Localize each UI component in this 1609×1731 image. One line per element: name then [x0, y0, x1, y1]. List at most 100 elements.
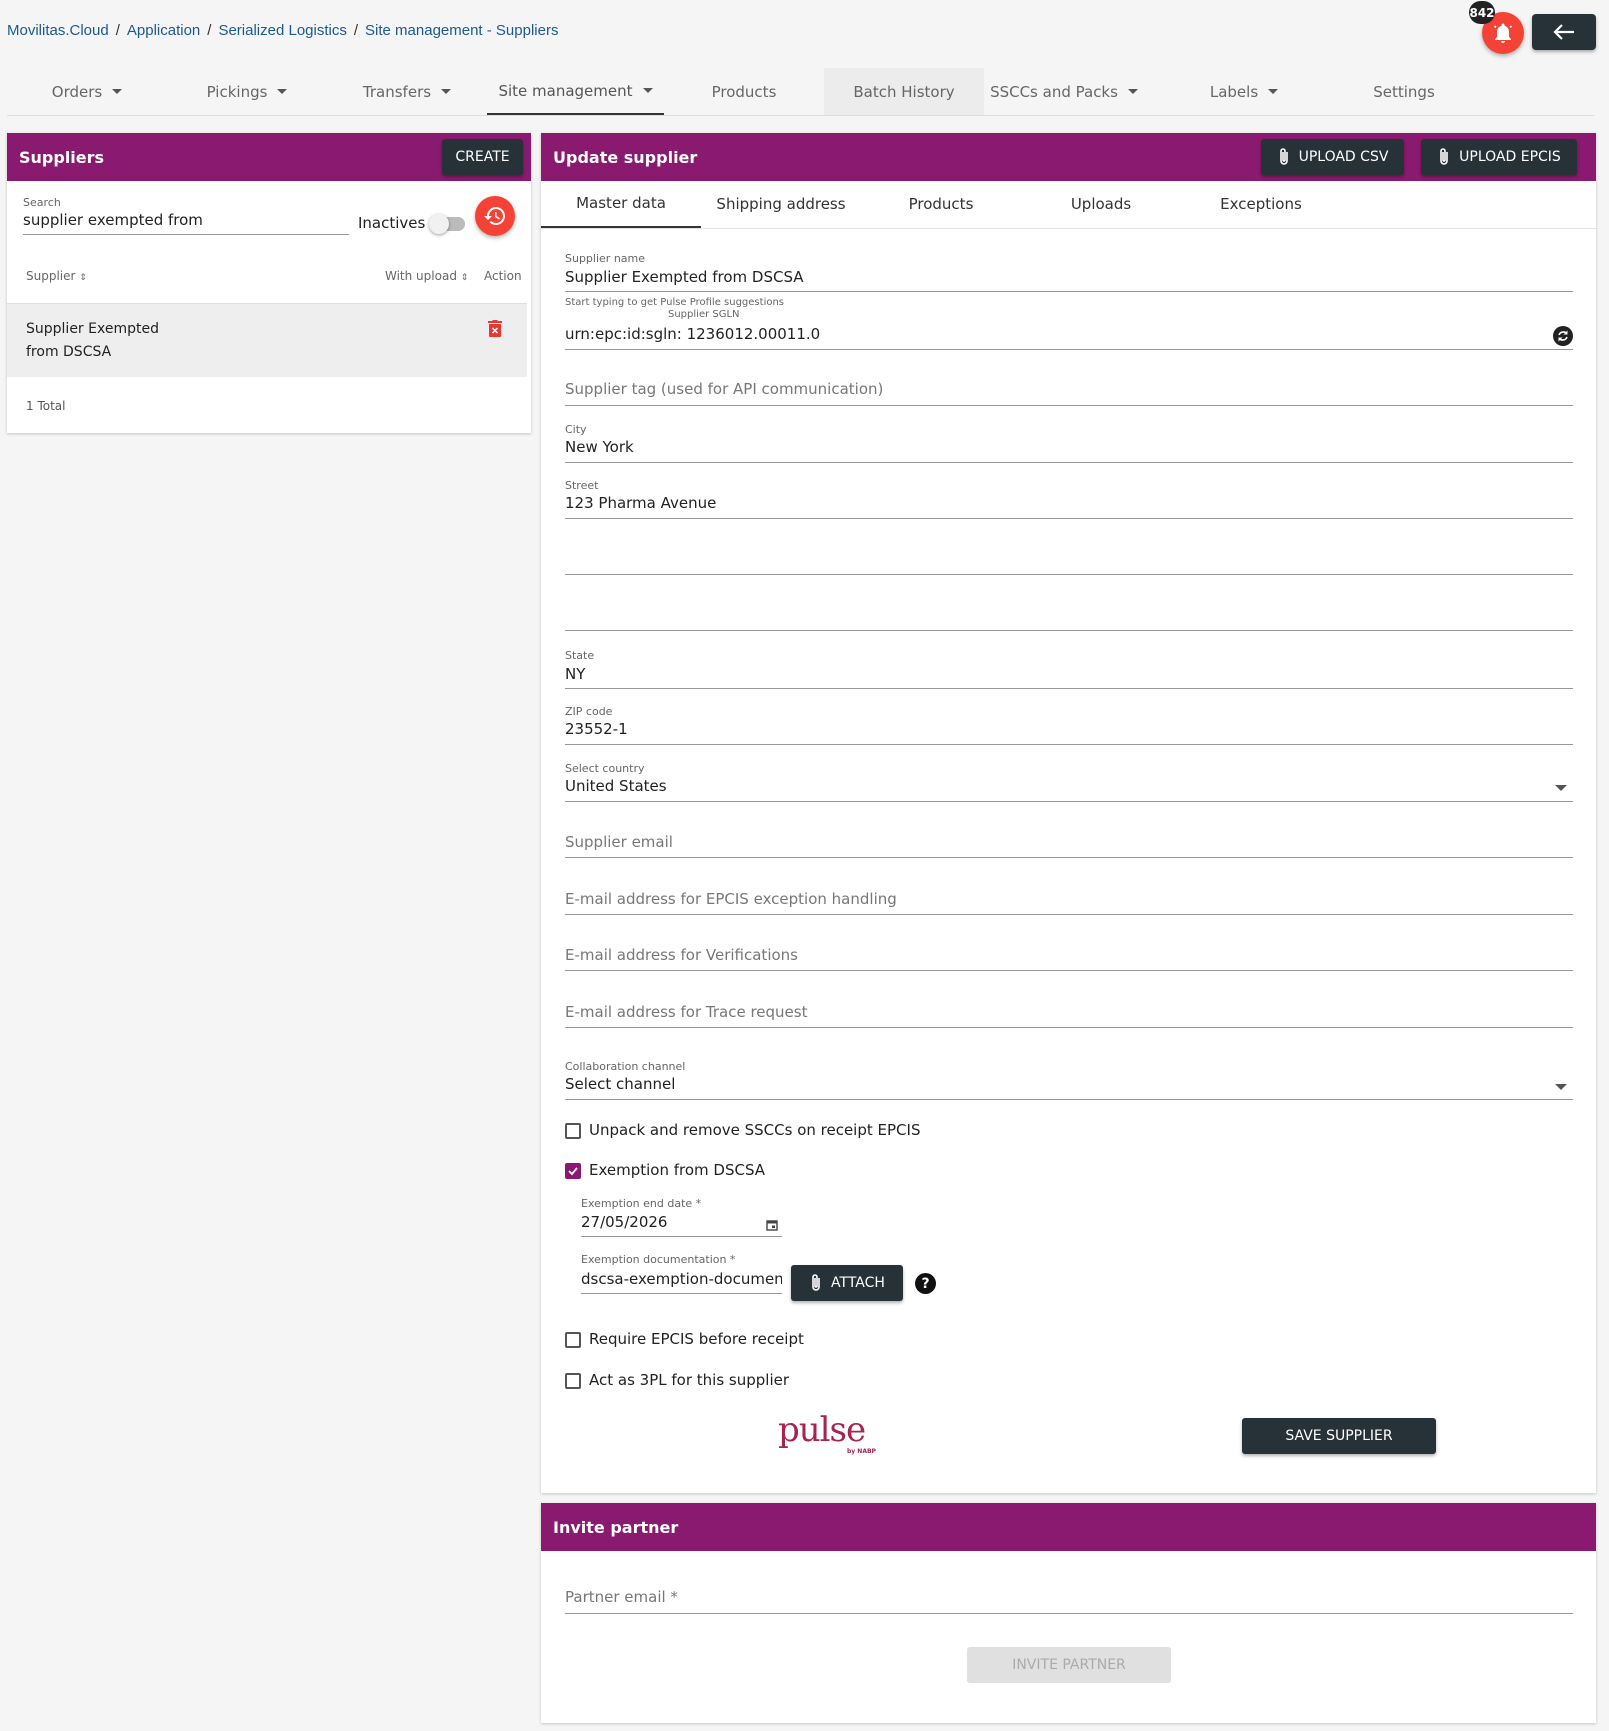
- nav-site-management[interactable]: Site management: [487, 68, 664, 115]
- tab-uploads[interactable]: Uploads: [1021, 180, 1181, 228]
- history-button[interactable]: [475, 196, 515, 236]
- city-label: City: [565, 423, 587, 436]
- inactives-label: Inactives: [358, 214, 426, 232]
- supplier-email-placeholder: Supplier email: [565, 833, 673, 851]
- exemption-checkbox[interactable]: [565, 1163, 581, 1179]
- exemption-label: Exemption from DSCSA: [589, 1161, 766, 1179]
- breadcrumb-link-home[interactable]: Movilitas.Cloud: [7, 22, 109, 39]
- create-button[interactable]: CREATE: [442, 139, 523, 175]
- update-supplier-header: Update supplier UPLOAD CSV UPLOAD EPCIS: [541, 133, 1596, 181]
- table-row[interactable]: Supplier Exempted from DSCSA: [7, 303, 527, 377]
- require-epcis-checkbox[interactable]: [565, 1332, 581, 1348]
- nav-transfers[interactable]: Transfers: [327, 68, 487, 115]
- suppliers-title: Suppliers: [19, 147, 105, 167]
- upload-epcis-button[interactable]: UPLOAD EPCIS: [1421, 139, 1577, 175]
- invite-partner-button[interactable]: INVITE PARTNER: [967, 1647, 1171, 1683]
- delete-button[interactable]: [488, 320, 502, 341]
- trace-email-input[interactable]: E-mail address for Trace request: [565, 1003, 1573, 1028]
- bell-icon: [1493, 23, 1513, 43]
- supplier-tag-input[interactable]: Supplier tag (used for API communication…: [565, 380, 1573, 406]
- supplier-name-input[interactable]: Supplier Exempted from DSCSA: [565, 268, 1573, 292]
- tab-products[interactable]: Products: [861, 180, 1021, 228]
- street-input[interactable]: 123 Pharma Avenue: [565, 494, 1573, 519]
- breadcrumb-link-current[interactable]: Site management - Suppliers: [365, 22, 558, 39]
- verification-email-placeholder: E-mail address for Verifications: [565, 946, 798, 964]
- sort-icon: ⇕: [460, 273, 469, 283]
- tab-master-data[interactable]: Master data: [541, 180, 701, 228]
- nav-pickings[interactable]: Pickings: [167, 68, 327, 115]
- require-epcis-label: Require EPCIS before receipt: [589, 1330, 804, 1348]
- nav-ssccs[interactable]: SSCCs and Packs: [984, 68, 1144, 115]
- attach-label: ATTACH: [831, 1275, 885, 1291]
- paperclip-icon: [1279, 148, 1288, 165]
- breadcrumb-link-application[interactable]: Application: [127, 22, 200, 39]
- upload-csv-button[interactable]: UPLOAD CSV: [1261, 139, 1404, 175]
- history-icon: [484, 207, 505, 225]
- channel-value: Select channel: [565, 1075, 676, 1093]
- supplier-name-cell: Supplier Exempted from DSCSA: [26, 321, 159, 360]
- search-value: supplier exempted from: [23, 211, 203, 229]
- nav-products[interactable]: Products: [664, 68, 824, 115]
- supplier-name-label: Supplier name: [565, 252, 646, 265]
- nav-products-label: Products: [711, 82, 777, 101]
- sort-icon: ⇕: [79, 273, 87, 283]
- exemption-date-input[interactable]: 27/05/2026: [581, 1213, 782, 1237]
- back-button[interactable]: [1532, 14, 1596, 50]
- nav-batch-history[interactable]: Batch History: [824, 68, 984, 115]
- zip-label: ZIP code: [565, 705, 613, 718]
- dropdown-arrow-icon: [1555, 785, 1567, 791]
- search-input[interactable]: supplier exempted from: [23, 211, 349, 235]
- sync-button[interactable]: [1553, 326, 1573, 346]
- zip-value: 23552-1: [565, 720, 628, 738]
- help-icon[interactable]: ?: [915, 1273, 936, 1294]
- sgln-input[interactable]: urn:epc:id:sgln: 1236012.00011.0: [565, 325, 1573, 350]
- inactives-toggle[interactable]: [429, 214, 465, 234]
- unpack-label: Unpack and remove SSCCs on receipt EPCIS: [589, 1121, 921, 1139]
- channel-select[interactable]: Select channel: [565, 1075, 1573, 1100]
- exemption-doc-value: dscsa-exemption-document-ex: [581, 1270, 782, 1288]
- epcis-email-placeholder: E-mail address for EPCIS exception handl…: [565, 890, 897, 908]
- sync-icon: [1558, 330, 1568, 342]
- column-upload-header[interactable]: With upload ⇕: [385, 269, 468, 283]
- nav-pickings-label: Pickings: [206, 82, 268, 101]
- unpack-checkbox[interactable]: [565, 1123, 581, 1139]
- toggle-knob: [429, 214, 449, 234]
- verification-email-input[interactable]: E-mail address for Verifications: [565, 946, 1573, 971]
- street-line-2-input[interactable]: [565, 548, 1573, 575]
- zip-input[interactable]: 23552-1: [565, 720, 1573, 745]
- street-value: 123 Pharma Avenue: [565, 494, 717, 512]
- tab-shipping-address[interactable]: Shipping address: [701, 180, 861, 228]
- column-supplier-label: Supplier: [26, 269, 76, 283]
- nav-transfers-label: Transfers: [362, 82, 432, 101]
- nav-orders[interactable]: Orders: [7, 68, 167, 115]
- column-supplier-header[interactable]: Supplier ⇕: [26, 269, 87, 283]
- act-3pl-checkbox[interactable]: [565, 1373, 581, 1389]
- nav-settings[interactable]: Settings: [1324, 68, 1484, 115]
- partner-email-input[interactable]: Partner email *: [565, 1588, 1573, 1614]
- state-input[interactable]: NY: [565, 665, 1573, 689]
- city-input[interactable]: New York: [565, 438, 1573, 463]
- nav-labels[interactable]: Labels: [1164, 68, 1324, 115]
- nav-batch-history-label: Batch History: [853, 82, 955, 101]
- update-supplier-title: Update supplier: [553, 147, 698, 167]
- attach-button[interactable]: ATTACH: [791, 1265, 903, 1301]
- street-line-3-input[interactable]: [565, 604, 1573, 631]
- upload-csv-label: UPLOAD CSV: [1298, 149, 1389, 165]
- search-label: Search: [23, 196, 61, 209]
- epcis-email-input[interactable]: E-mail address for EPCIS exception handl…: [565, 890, 1573, 915]
- exemption-doc-input[interactable]: dscsa-exemption-document-ex: [581, 1270, 782, 1294]
- breadcrumb-link-serialized-logistics[interactable]: Serialized Logistics: [218, 22, 346, 39]
- save-supplier-button[interactable]: SAVE SUPPLIER: [1242, 1418, 1436, 1454]
- pulse-hint: Start typing to get Pulse Profile sugges…: [565, 297, 785, 308]
- country-select[interactable]: United States: [565, 777, 1573, 802]
- paperclip-icon: [812, 1274, 820, 1291]
- supplier-tag-placeholder: Supplier tag (used for API communication…: [565, 380, 884, 398]
- tabs-divider: [541, 228, 1596, 229]
- calendar-icon[interactable]: [766, 1217, 778, 1235]
- arrow-left-icon: [1553, 24, 1574, 40]
- state-value: NY: [565, 665, 586, 683]
- tab-exceptions[interactable]: Exceptions: [1181, 180, 1341, 228]
- supplier-email-input[interactable]: Supplier email: [565, 833, 1573, 858]
- invite-partner-title: Invite partner: [553, 1517, 679, 1537]
- nav-ssccs-label: SSCCs and Packs: [990, 82, 1118, 101]
